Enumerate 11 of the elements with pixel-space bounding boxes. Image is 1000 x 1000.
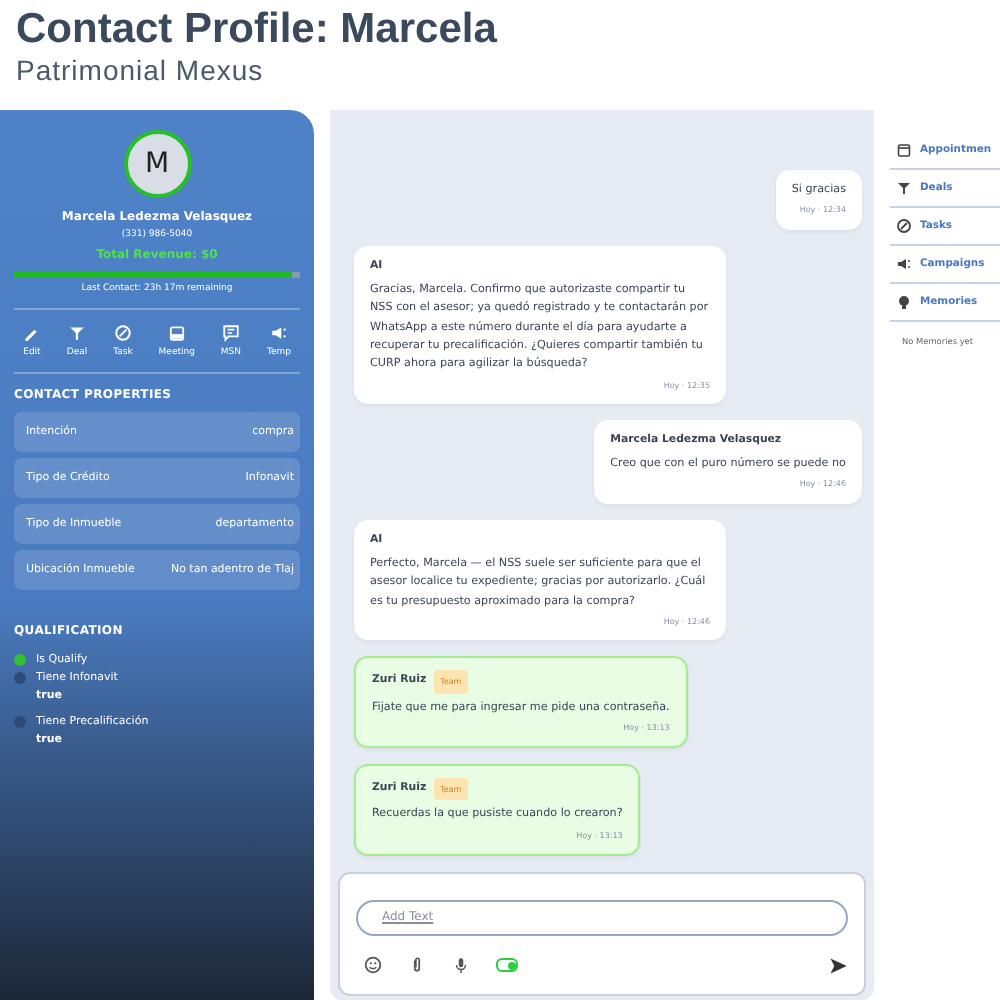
emoji-icon[interactable] xyxy=(364,956,382,974)
attachment-icon[interactable] xyxy=(408,956,426,974)
calendar-icon xyxy=(896,142,912,158)
edit-icon xyxy=(22,324,41,342)
microphone-icon[interactable] xyxy=(452,956,470,974)
page-title: Contact Profile: Marcela xyxy=(16,6,499,54)
megaphone-icon xyxy=(896,256,912,272)
page-subtitle: Patrimonial Mexus xyxy=(16,54,266,86)
avatar: M xyxy=(123,130,191,198)
send-icon[interactable] xyxy=(828,955,848,975)
toggle-switch[interactable] xyxy=(496,958,518,972)
